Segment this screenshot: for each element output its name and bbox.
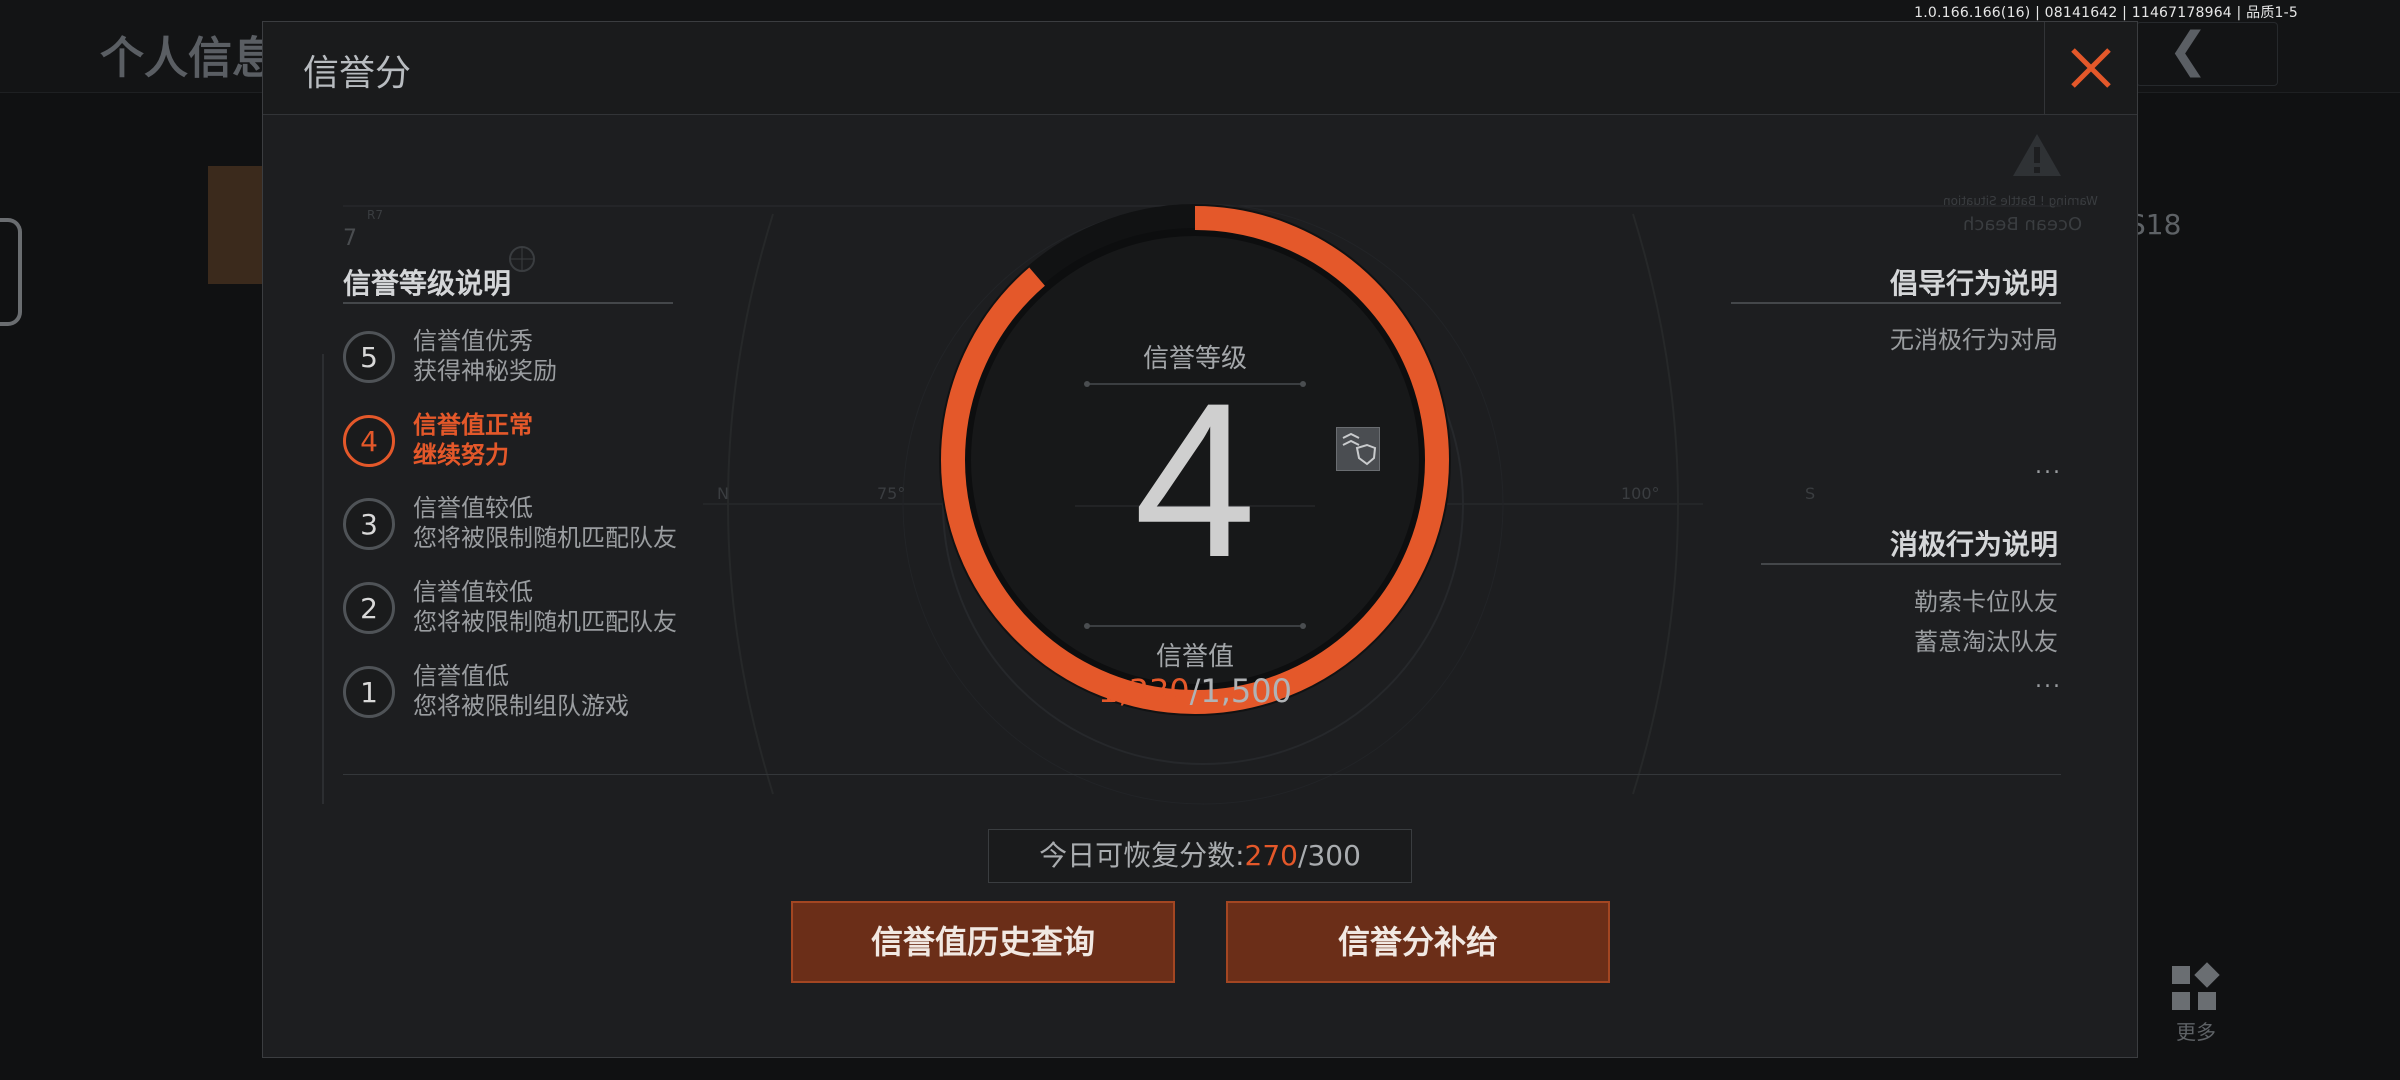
modal-header: 信誉分 bbox=[263, 22, 2137, 115]
level-title-underline bbox=[343, 302, 673, 304]
level-badge: 1 bbox=[343, 666, 395, 718]
compass-100: 100° bbox=[1621, 484, 1660, 503]
warning-icon bbox=[2013, 134, 2061, 176]
negative-title-underline bbox=[1761, 563, 2061, 565]
encourage-behavior-title: 倡导行为说明 bbox=[1889, 267, 2058, 300]
level-badge: 3 bbox=[343, 498, 395, 550]
more-grid-icon bbox=[2172, 962, 2220, 1012]
credit-score-label: 信誉值 bbox=[1155, 642, 1234, 672]
hud-location-text: Ocean Beach bbox=[1963, 214, 2083, 235]
level-text: 信誉值较低 您将被限制随机匹配队友 bbox=[413, 493, 677, 553]
level-line1: 信誉值低 bbox=[413, 662, 509, 690]
season-tag: S18 bbox=[2128, 208, 2182, 241]
encourage-title-underline bbox=[1731, 302, 2061, 304]
close-button[interactable] bbox=[2044, 22, 2137, 114]
background-page-title: 个人信息 bbox=[100, 33, 276, 84]
credit-score-separator: / bbox=[1189, 672, 1201, 710]
level-line2: 继续努力 bbox=[413, 441, 509, 469]
background-avatar bbox=[208, 166, 268, 284]
negative-item-2: 蓄意淘汰队友 bbox=[1914, 628, 2058, 656]
level-item-5: 5 信誉值优秀 获得神秘奖励 bbox=[343, 326, 743, 392]
level-description-title: 信誉等级说明 bbox=[343, 267, 512, 300]
level-item-3: 3 信誉值较低 您将被限制随机匹配队友 bbox=[343, 493, 743, 559]
more-label: 更多 bbox=[2176, 1020, 2216, 1044]
level-item-1: 1 信誉值低 您将被限制组队游戏 bbox=[343, 661, 743, 727]
credit-history-button[interactable]: 信誉值历史查询 bbox=[791, 901, 1175, 983]
level-line2: 获得神秘奖励 bbox=[413, 357, 557, 385]
level-item-4: 4 信誉值正常 继续努力 bbox=[343, 410, 743, 476]
hud-small-label: R7 bbox=[367, 208, 383, 222]
version-text: 1.0.166.166(16) | 08141642 | 11467178964… bbox=[1914, 5, 2298, 21]
daily-recover-score: 今日可恢复分数:270/300 bbox=[988, 829, 1412, 883]
level-line1: 信誉值优秀 bbox=[413, 327, 533, 355]
recover-max: 300 bbox=[1307, 839, 1361, 872]
hud-number: 7 bbox=[343, 226, 357, 251]
hud-warning-text: Warning ! Battle Situation bbox=[1943, 194, 2098, 208]
credit-score-max: 1,500 bbox=[1200, 672, 1292, 710]
credit-score: 1,330/1,500 bbox=[935, 672, 1455, 710]
back-arrow-icon: ❮ bbox=[2168, 22, 2209, 78]
encourage-more[interactable]: ... bbox=[2035, 454, 2062, 479]
section-divider bbox=[343, 774, 2061, 775]
modal-title: 信誉分 bbox=[303, 53, 412, 94]
shield-chevron-icon bbox=[1342, 432, 1377, 466]
level-badge: 5 bbox=[343, 331, 395, 383]
credit-score-current: 1,330 bbox=[1098, 672, 1190, 710]
compass-s: S bbox=[1805, 484, 1816, 503]
level-text: 信誉值正常 继续努力 bbox=[413, 410, 533, 470]
level-text: 信誉值较低 您将被限制随机匹配队友 bbox=[413, 577, 677, 637]
level-text: 信誉值低 您将被限制组队游戏 bbox=[413, 661, 629, 721]
credit-level-value: 4 bbox=[1133, 357, 1257, 603]
level-line1: 信誉值较低 bbox=[413, 494, 533, 522]
level-badge: 2 bbox=[343, 582, 395, 634]
encourage-item: 无消极行为对局 bbox=[1890, 326, 2058, 354]
level-line2: 您将被限制随机匹配队友 bbox=[413, 524, 677, 552]
close-icon bbox=[2071, 48, 2111, 88]
recover-current: 270 bbox=[1244, 839, 1298, 872]
level-line2: 您将被限制组队游戏 bbox=[413, 692, 629, 720]
negative-more[interactable]: ... bbox=[2035, 668, 2062, 693]
level-line2: 您将被限制随机匹配队友 bbox=[413, 608, 677, 636]
level-item-2: 2 信誉值较低 您将被限制随机匹配队友 bbox=[343, 577, 743, 643]
credit-supply-button[interactable]: 信誉分补给 bbox=[1226, 901, 1610, 983]
negative-behavior-title: 消极行为说明 bbox=[1889, 528, 2058, 561]
level-line1: 信誉值正常 bbox=[413, 411, 533, 439]
recover-label: 今日可恢复分数: bbox=[1039, 839, 1245, 872]
level-text: 信誉值优秀 获得神秘奖励 bbox=[413, 326, 557, 386]
negative-item-1: 勒索卡位队友 bbox=[1914, 588, 2058, 616]
credit-score-modal: 信誉分 7 R7 Warning ! Battle Situation Ocea… bbox=[262, 21, 2138, 1058]
level-line1: 信誉值较低 bbox=[413, 578, 533, 606]
compass-75: 75° bbox=[877, 484, 906, 503]
hexagon-icon bbox=[0, 218, 22, 326]
level-badge: 4 bbox=[343, 415, 395, 467]
rank-badge-icon[interactable] bbox=[1336, 427, 1380, 471]
